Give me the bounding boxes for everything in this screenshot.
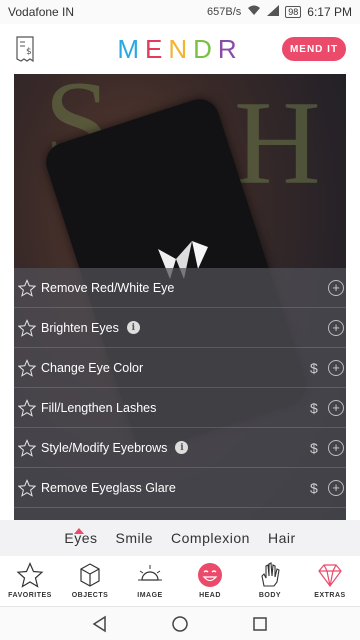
option-row[interactable]: Style/Modify Eyebrows i $ + (14, 428, 346, 468)
info-icon[interactable]: i (126, 321, 140, 334)
star-outline-icon[interactable] (17, 478, 37, 497)
system-nav-bar (0, 606, 360, 640)
logo-letter: N (168, 33, 194, 64)
nav-item-extras[interactable]: EXTRAS (300, 556, 360, 606)
active-tab-indicator (74, 528, 84, 534)
mendr-logo: MENDR (117, 34, 242, 65)
receipt-icon[interactable]: $ (14, 36, 36, 63)
option-label: Style/Modify Eyebrows (41, 440, 168, 455)
info-icon[interactable]: i (175, 441, 189, 454)
add-icon[interactable]: + (328, 359, 344, 376)
wifi-icon (247, 5, 261, 19)
mend-it-button[interactable]: MEND IT (282, 37, 346, 61)
tab-complexion[interactable]: Complexion (171, 530, 250, 546)
add-icon[interactable]: + (328, 479, 344, 496)
battery-indicator: 98 (285, 6, 302, 18)
logo-letter: R (217, 33, 243, 64)
option-label-group: Brighten Eyes i (41, 321, 140, 335)
svg-text:$: $ (26, 47, 32, 57)
nav-label: IMAGE (137, 592, 163, 599)
option-row[interactable]: Change Eye Color $ + (14, 348, 346, 388)
paid-dollar-icon: $ (310, 439, 318, 456)
hand-icon (256, 562, 284, 588)
nav-label: EXTRAS (314, 592, 346, 599)
option-label-group: Remove Red/White Eye (41, 281, 174, 295)
logo-letter: D (193, 33, 218, 64)
tab-smile[interactable]: Smile (116, 530, 154, 546)
option-label: Change Eye Color (41, 360, 144, 375)
paid-dollar-icon: $ (310, 359, 318, 376)
add-icon[interactable]: + (328, 439, 344, 456)
option-label-group: Style/Modify Eyebrows i (41, 440, 189, 455)
star-outline-icon[interactable] (17, 278, 37, 297)
star-icon (16, 562, 44, 588)
option-row[interactable]: Remove Eyeglass Glare $ + (14, 468, 346, 508)
diamond-icon (316, 562, 344, 588)
app-header: $ MENDR MEND IT (0, 24, 360, 90)
option-label-group: Fill/Lengthen Lashes (41, 401, 156, 415)
nav-label: OBJECTS (71, 592, 109, 599)
recents-icon[interactable] (250, 614, 270, 634)
home-icon[interactable] (170, 614, 190, 634)
option-row[interactable]: Fill/Lengthen Lashes $ + (14, 388, 346, 428)
option-label: Fill/Lengthen Lashes (41, 400, 157, 415)
option-label-group: Change Eye Color (41, 361, 143, 375)
nav-item-image[interactable]: IMAGE (120, 556, 180, 606)
option-label: Remove Red/White Eye (41, 280, 175, 295)
option-row[interactable]: Brighten Eyes i + (14, 308, 346, 348)
paid-dollar-icon: $ (310, 399, 318, 416)
options-list: Remove Red/White Eye + Brighten Eyes i + Chan… (14, 268, 346, 520)
nav-item-favorites[interactable]: FAVORITES (0, 556, 60, 606)
paid-dollar-icon: $ (310, 479, 318, 496)
option-label-group: Remove Eyeglass Glare (41, 481, 176, 495)
nav-item-objects[interactable]: OBJECTS (60, 556, 120, 606)
network-speed: 657B/s (207, 6, 242, 18)
face-icon (196, 562, 224, 588)
signal-icon (267, 5, 280, 19)
tab-hair[interactable]: Hair (268, 530, 296, 546)
status-bar: Vodafone IN 657B/s 98 6:17 PM (0, 0, 360, 24)
add-icon[interactable]: + (328, 399, 344, 416)
bottom-nav: FAVORITES OBJECTS IMAGE HEAD BODY EXTRAS (0, 556, 360, 606)
clock: 6:17 PM (307, 5, 352, 19)
option-label: Remove Eyeglass Glare (41, 480, 176, 495)
nav-label: HEAD (199, 592, 221, 599)
star-outline-icon[interactable] (17, 318, 37, 337)
logo-letter: M (117, 33, 145, 64)
nav-item-body[interactable]: BODY (240, 556, 300, 606)
nav-label: FAVORITES (8, 592, 52, 599)
option-row[interactable]: Remove Red/White Eye + (14, 268, 346, 308)
add-icon[interactable]: + (328, 319, 344, 336)
star-outline-icon[interactable] (17, 398, 37, 417)
logo-letter: E (144, 33, 169, 64)
photo-background-letter: H (234, 76, 321, 209)
sun-icon (136, 562, 164, 588)
option-label: Brighten Eyes (41, 320, 119, 335)
nav-item-head[interactable]: HEAD (180, 556, 240, 606)
category-tabs: Eyes Smile Complexion Hair (0, 520, 360, 556)
status-indicators: 657B/s 98 6:17 PM (207, 5, 352, 19)
star-outline-icon[interactable] (17, 438, 37, 457)
star-outline-icon[interactable] (17, 358, 37, 377)
carrier-name: Vodafone IN (8, 5, 75, 19)
nav-label: BODY (258, 592, 282, 599)
add-icon[interactable]: + (328, 279, 344, 296)
cube-icon (76, 562, 104, 588)
back-icon[interactable] (90, 614, 110, 634)
